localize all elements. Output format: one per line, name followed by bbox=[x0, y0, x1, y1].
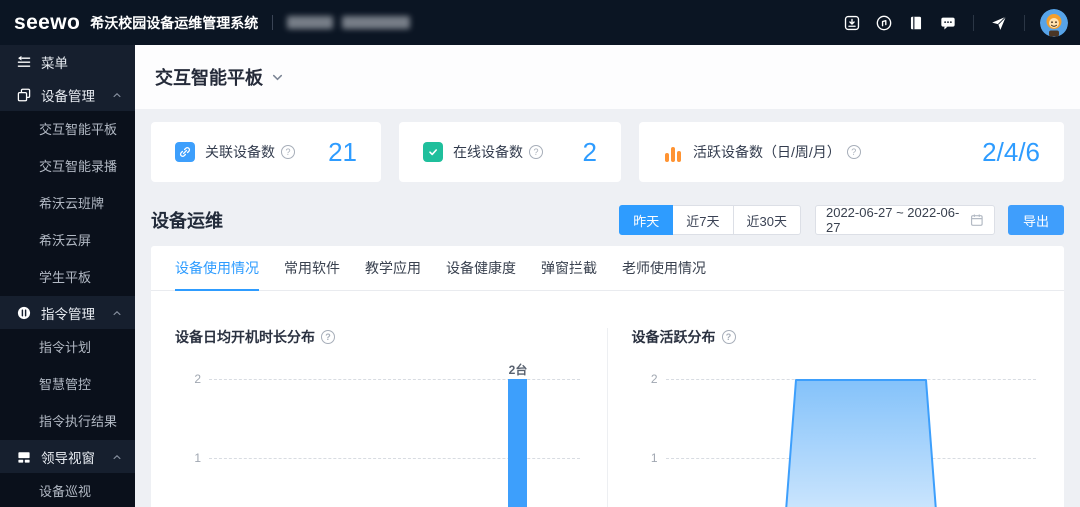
tab-device-health[interactable]: 设备健康度 bbox=[446, 246, 516, 291]
tab-teacher-usage[interactable]: 老师使用情况 bbox=[622, 246, 706, 291]
stat-value: 21 bbox=[328, 136, 357, 167]
section-title: 设备运维 bbox=[151, 211, 223, 231]
chevron-up-icon bbox=[113, 310, 121, 315]
sidebar-group-leader-view[interactable]: 领导视窗 bbox=[0, 440, 135, 473]
sidebar-submenu-device: 交互智能平板 交互智能录播 希沃云班牌 希沃云屏 学生平板 bbox=[0, 111, 135, 296]
sidebar: 菜单 设备管理 交互智能平板 交互智能录播 希沃云班牌 希沃云屏 学生平板 指令… bbox=[0, 45, 135, 507]
stat-card-linked-devices: 关联设备数 ? 21 bbox=[151, 122, 381, 182]
tab-common-software[interactable]: 常用软件 bbox=[284, 246, 340, 291]
help-icon[interactable]: ? bbox=[281, 145, 295, 159]
sidebar-item-smart-control[interactable]: 智慧管控 bbox=[0, 366, 135, 403]
sidebar-menu-toggle[interactable]: 菜单 bbox=[0, 45, 135, 78]
app-title: 希沃校园设备运维管理系统 bbox=[90, 14, 259, 31]
chart-device-activity-distribution: 设备活跃分布 ? 2 1 bbox=[608, 291, 1065, 507]
sidebar-item-command-plan[interactable]: 指令计划 bbox=[0, 329, 135, 366]
leader-view-icon bbox=[18, 451, 30, 463]
header-divider bbox=[272, 15, 274, 30]
stat-label: 关联设备数 bbox=[205, 144, 275, 160]
y-axis-tick: 1 bbox=[650, 451, 658, 465]
sidebar-item-device-inspection[interactable]: 设备巡视 bbox=[0, 473, 135, 507]
masked-school-name bbox=[287, 16, 411, 29]
sidebar-group-command-management[interactable]: 指令管理 bbox=[0, 296, 135, 329]
chart-title: 设备活跃分布 bbox=[631, 329, 716, 345]
y-axis-tick: 1 bbox=[194, 451, 201, 465]
chevron-up-icon bbox=[113, 454, 121, 459]
main-content: 交互智能平板 关联设备数 ? 21 在线设备数 ? 2 活跃设备数（日/周/月）… bbox=[135, 45, 1080, 507]
tab-device-usage[interactable]: 设备使用情况 bbox=[175, 246, 259, 291]
area-chart-plot: 2 1 bbox=[632, 360, 1041, 507]
sidebar-group-device-management[interactable]: 设备管理 bbox=[0, 78, 135, 111]
sidebar-item-cloud-screen[interactable]: 希沃云屏 bbox=[0, 222, 135, 259]
sidebar-group-label: 指令管理 bbox=[41, 306, 95, 322]
bar-value-2[interactable] bbox=[508, 379, 527, 507]
help-icon[interactable]: ? bbox=[529, 145, 543, 159]
sidebar-submenu-command: 指令计划 智慧管控 指令执行结果 bbox=[0, 329, 135, 440]
stat-card-active-devices: 活跃设备数（日/周/月） ? 2/4/6 bbox=[639, 122, 1064, 182]
user-avatar[interactable] bbox=[1040, 8, 1068, 37]
header-actions bbox=[836, 8, 1068, 37]
bar-chart-plot: 2 1 2台 bbox=[175, 360, 584, 507]
range-yesterday-button[interactable]: 昨天 bbox=[619, 205, 674, 235]
stat-label: 活跃设备数（日/周/月） bbox=[693, 144, 841, 160]
export-button[interactable]: 导出 bbox=[1007, 205, 1064, 235]
device-management-icon bbox=[17, 88, 31, 101]
stat-cards-row: 关联设备数 ? 21 在线设备数 ? 2 活跃设备数（日/周/月） ? 2/4/… bbox=[151, 122, 1064, 182]
calendar-icon bbox=[971, 214, 984, 226]
y-axis-tick: 2 bbox=[650, 372, 658, 386]
feedback-icon[interactable] bbox=[939, 14, 957, 32]
seewo-logo: seewo bbox=[14, 11, 81, 34]
stat-value: 2 bbox=[582, 136, 597, 167]
check-board-icon bbox=[423, 142, 443, 162]
stat-card-online-devices: 在线设备数 ? 2 bbox=[399, 122, 621, 182]
sidebar-item-cloud-board[interactable]: 希沃云班牌 bbox=[0, 185, 135, 222]
download-icon[interactable] bbox=[843, 14, 861, 32]
chart-divider bbox=[607, 328, 608, 507]
device-type-bar: 交互智能平板 bbox=[135, 45, 1080, 109]
chevron-down-icon[interactable] bbox=[271, 71, 284, 84]
sidebar-item-command-results[interactable]: 指令执行结果 bbox=[0, 403, 135, 440]
tab-teaching-apps[interactable]: 教学应用 bbox=[365, 246, 421, 291]
sidebar-item-interactive-panel[interactable]: 交互智能平板 bbox=[0, 111, 135, 148]
sidebar-group-label: 领导视窗 bbox=[41, 450, 95, 466]
help-icon[interactable]: ? bbox=[846, 145, 861, 159]
bar-chart-icon bbox=[663, 142, 683, 162]
device-type-selector[interactable]: 交互智能平板 bbox=[155, 64, 263, 90]
stat-label: 在线设备数 bbox=[453, 144, 523, 160]
manual-icon[interactable] bbox=[907, 14, 925, 32]
range-button-group: 昨天 近7天 近30天 bbox=[619, 205, 801, 235]
filter-controls: 昨天 近7天 近30天 2022-06-27 ~ 2022-06-27 导出 bbox=[619, 205, 1064, 235]
ops-tabbar: 设备使用情况 常用软件 教学应用 设备健康度 弹窗拦截 老师使用情况 bbox=[151, 246, 1064, 291]
date-range-picker[interactable]: 2022-06-27 ~ 2022-06-27 bbox=[814, 205, 995, 235]
sidebar-item-student-tablet[interactable]: 学生平板 bbox=[0, 259, 135, 296]
device-ops-panel: 设备使用情况 常用软件 教学应用 设备健康度 弹窗拦截 老师使用情况 设备日均开… bbox=[151, 246, 1064, 507]
y-axis-tick: 2 bbox=[194, 372, 201, 386]
link-icon bbox=[175, 142, 195, 162]
header-icon-divider bbox=[973, 14, 974, 31]
collapse-menu-icon bbox=[17, 55, 31, 67]
service-icon[interactable] bbox=[875, 14, 893, 32]
date-range-value: 2022-06-27 ~ 2022-06-27 bbox=[825, 205, 960, 235]
sidebar-item-recording[interactable]: 交互智能录播 bbox=[0, 148, 135, 185]
header-icon-divider bbox=[1024, 14, 1025, 31]
range-7days-button[interactable]: 近7天 bbox=[672, 205, 734, 235]
chevron-up-icon bbox=[113, 92, 121, 97]
device-ops-header: 设备运维 昨天 近7天 近30天 2022-06-27 ~ 2022-06-27… bbox=[151, 205, 1064, 235]
top-header: seewo 希沃校园设备运维管理系统 bbox=[0, 0, 1080, 45]
bar-data-label: 2台 bbox=[508, 363, 528, 377]
app-root: seewo 希沃校园设备运维管理系统 菜单 设备管理 交互智能平板 交互智能录播… bbox=[0, 0, 1080, 507]
help-icon[interactable]: ? bbox=[721, 330, 736, 344]
area-series[interactable] bbox=[771, 379, 951, 507]
sidebar-submenu-leader: 设备巡视 bbox=[0, 473, 135, 507]
send-icon[interactable] bbox=[990, 14, 1008, 32]
chart-title: 设备日均开机时长分布 bbox=[175, 329, 315, 345]
range-30days-button[interactable]: 近30天 bbox=[732, 205, 801, 235]
sidebar-menu-label: 菜单 bbox=[41, 55, 68, 71]
command-management-icon bbox=[17, 306, 31, 319]
tab-popup-block[interactable]: 弹窗拦截 bbox=[541, 246, 597, 291]
sidebar-group-label: 设备管理 bbox=[41, 88, 95, 104]
chart-daily-uptime-distribution: 设备日均开机时长分布 ? 2 1 2台 bbox=[151, 291, 608, 507]
help-icon[interactable]: ? bbox=[321, 330, 335, 344]
stat-value: 2/4/6 bbox=[982, 136, 1040, 167]
